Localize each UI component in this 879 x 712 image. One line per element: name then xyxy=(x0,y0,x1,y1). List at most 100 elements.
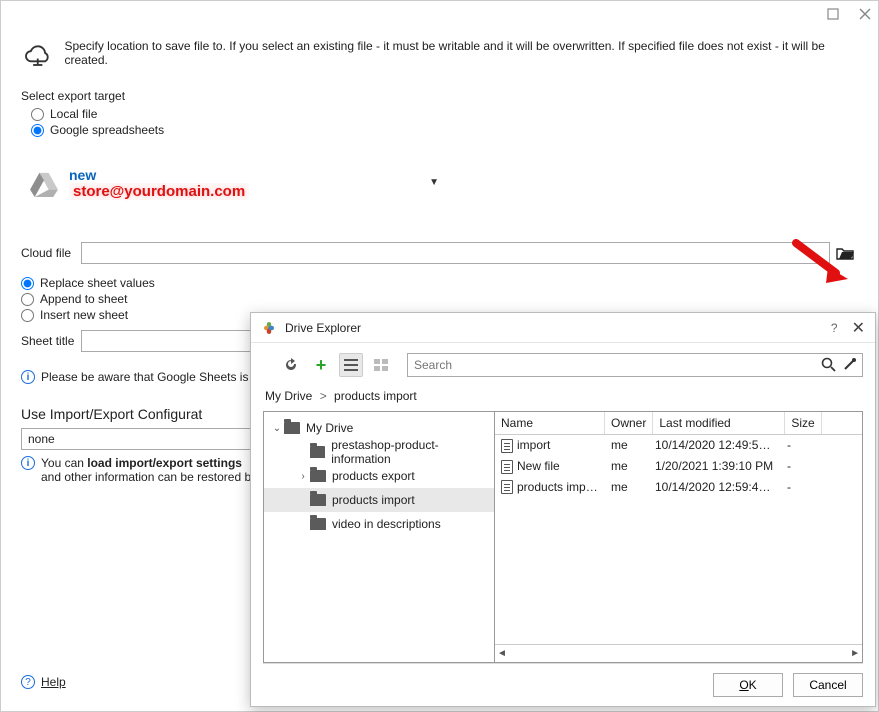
horizontal-scrollbar[interactable]: ◄► xyxy=(495,644,862,662)
col-owner[interactable]: Owner xyxy=(605,412,653,434)
radio-append-label: Append to sheet xyxy=(40,292,127,306)
radio-local-file-input[interactable] xyxy=(31,108,44,121)
radio-google-input[interactable] xyxy=(31,124,44,137)
folder-tree: ⌄ My Drive prestashop-product-informatio… xyxy=(263,412,495,663)
account-email: store@yourdomain.com xyxy=(69,183,249,200)
header-text: Specify location to save file to. If you… xyxy=(65,39,859,67)
expander-icon[interactable]: ⌄ xyxy=(270,423,284,434)
cell-name: products import xyxy=(517,480,600,494)
list-view-button[interactable] xyxy=(339,353,363,377)
config-select[interactable]: none xyxy=(21,428,281,450)
window-controls xyxy=(826,7,872,21)
radio-local-file-label: Local file xyxy=(50,107,97,121)
dialog-close-icon[interactable]: ✕ xyxy=(852,318,865,338)
google-account-selector[interactable]: new store@yourdomain.com ▼ xyxy=(1,139,878,210)
search-icon[interactable] xyxy=(820,356,836,375)
folder-icon xyxy=(310,470,326,482)
folder-icon xyxy=(310,494,326,506)
drive-explorer-dialog: Drive Explorer ? ✕ + My Drive > products… xyxy=(250,312,876,707)
maximize-icon[interactable] xyxy=(826,7,840,21)
col-size[interactable]: Size xyxy=(785,412,821,434)
file-list: Name Owner Last modified Size import me … xyxy=(495,412,863,663)
search-input[interactable] xyxy=(408,358,820,372)
breadcrumb-separator: > xyxy=(320,389,327,403)
sheets-warning-text: Please be aware that Google Sheets is l xyxy=(41,370,254,384)
radio-google-label: Google spreadsheets xyxy=(50,123,164,137)
list-item[interactable]: import me 10/14/2020 12:49:51... - xyxy=(495,435,862,456)
close-icon[interactable] xyxy=(858,7,872,21)
list-item[interactable]: New file me 1/20/2021 1:39:10 PM - xyxy=(495,456,862,477)
col-modified[interactable]: Last modified xyxy=(653,412,785,434)
radio-replace-label: Replace sheet values xyxy=(40,276,155,290)
tree-label: My Drive xyxy=(306,421,353,435)
folder-icon xyxy=(310,446,326,458)
grid-view-button[interactable] xyxy=(369,353,393,377)
header-notice: Specify location to save file to. If you… xyxy=(1,1,878,83)
radio-append-input[interactable] xyxy=(21,293,34,306)
cloud-file-row: Cloud file xyxy=(1,236,878,274)
breadcrumb-root[interactable]: My Drive xyxy=(265,389,312,403)
info-icon: i xyxy=(21,370,35,384)
radio-append-sheet[interactable]: Append to sheet xyxy=(21,292,858,306)
sheet-title-input[interactable] xyxy=(81,330,268,352)
breadcrumb-current: products import xyxy=(334,389,417,403)
tree-item[interactable]: prestashop-product-information xyxy=(264,440,494,464)
cell-size: - xyxy=(781,458,817,475)
search-field[interactable] xyxy=(407,353,863,377)
tree-label: products import xyxy=(332,493,415,507)
tree-item-selected[interactable]: products import xyxy=(264,488,494,512)
tree-item[interactable]: › products export xyxy=(264,464,494,488)
export-target-section: Select export target Local file Google s… xyxy=(1,89,878,137)
cloud-upload-icon xyxy=(23,39,53,67)
radio-local-file[interactable]: Local file xyxy=(31,107,858,121)
radio-insert-input[interactable] xyxy=(21,309,34,322)
tree-label: prestashop-product-information xyxy=(331,438,494,466)
app-logo-icon xyxy=(261,320,277,336)
account-name: new xyxy=(69,167,249,183)
radio-replace-input[interactable] xyxy=(21,277,34,290)
radio-insert-label: Insert new sheet xyxy=(40,308,128,322)
filter-icon[interactable] xyxy=(842,356,858,375)
account-text: new store@yourdomain.com xyxy=(69,167,249,200)
list-rows: import me 10/14/2020 12:49:51... - New f… xyxy=(495,435,862,644)
col-name[interactable]: Name xyxy=(495,412,605,434)
add-button[interactable]: + xyxy=(309,353,333,377)
list-item[interactable]: products import me 10/14/2020 12:59:41..… xyxy=(495,477,862,498)
cancel-button[interactable]: Cancel xyxy=(793,673,863,697)
export-target-label: Select export target xyxy=(21,89,858,103)
info-icon: i xyxy=(21,456,35,470)
dialog-titlebar: Drive Explorer ? ✕ xyxy=(251,313,875,343)
tree-label: products export xyxy=(332,469,415,483)
help-icon: ? xyxy=(21,675,35,689)
dialog-help-icon[interactable]: ? xyxy=(831,321,838,335)
radio-replace-sheet[interactable]: Replace sheet values xyxy=(21,276,858,290)
tree-label: video in descriptions xyxy=(332,517,441,531)
ok-button[interactable]: OK xyxy=(713,673,783,697)
cell-name: import xyxy=(517,438,550,452)
refresh-button[interactable] xyxy=(279,353,303,377)
config-desc-suffix: and other information can be restored by xyxy=(41,470,257,484)
dialog-toolbar: + xyxy=(251,343,875,385)
dialog-title: Drive Explorer xyxy=(285,321,831,335)
dialog-footer: OK Cancel xyxy=(251,664,875,706)
expander-icon[interactable]: › xyxy=(296,471,310,482)
help-link[interactable]: ? Help xyxy=(21,675,66,689)
annotation-arrow xyxy=(792,239,852,283)
cell-modified: 10/14/2020 12:59:41... xyxy=(649,479,781,496)
cell-owner: me xyxy=(605,458,649,475)
spreadsheet-icon xyxy=(501,439,513,453)
list-header: Name Owner Last modified Size xyxy=(495,412,862,435)
cell-owner: me xyxy=(605,479,649,496)
spreadsheet-icon xyxy=(501,460,513,474)
cloud-file-label: Cloud file xyxy=(21,246,81,260)
breadcrumb: My Drive > products import xyxy=(251,385,875,411)
tree-root[interactable]: ⌄ My Drive xyxy=(264,416,494,440)
cell-name: New file xyxy=(517,459,560,473)
cloud-file-input[interactable] xyxy=(81,242,830,264)
tree-item[interactable]: video in descriptions xyxy=(264,512,494,536)
config-desc-bold: load import/export settings xyxy=(87,456,242,470)
sheet-title-label: Sheet title xyxy=(21,334,81,348)
cell-size: - xyxy=(781,437,817,454)
account-dropdown-caret[interactable]: ▼ xyxy=(429,177,439,188)
radio-google-spreadsheets[interactable]: Google spreadsheets xyxy=(31,123,858,137)
